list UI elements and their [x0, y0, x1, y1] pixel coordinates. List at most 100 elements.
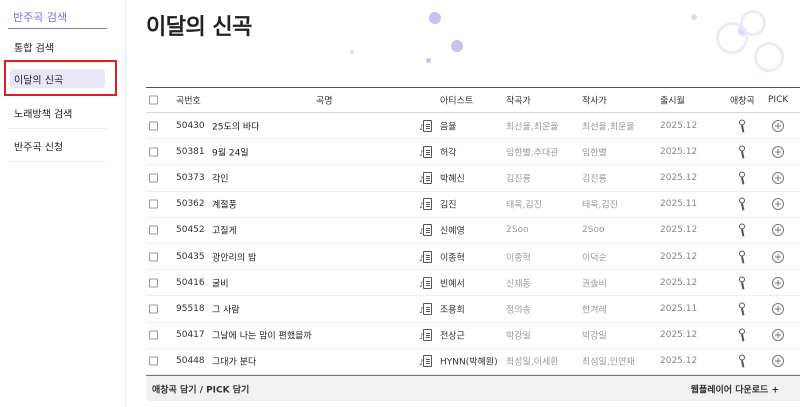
header-pick: PICK: [768, 95, 789, 105]
microphone-icon[interactable]: [738, 328, 746, 342]
song-composer: 신재동: [506, 279, 531, 290]
add-pick-icon[interactable]: [772, 329, 784, 342]
row-checkbox[interactable]: [149, 173, 158, 183]
song-composer: 최성일,이세환: [506, 357, 559, 368]
song-release: 2025.12: [660, 225, 698, 236]
lyrics-icon[interactable]: ♪: [419, 302, 432, 315]
row-checkbox[interactable]: [149, 278, 158, 288]
song-title[interactable]: 25도의 바다: [212, 119, 259, 132]
lyrics-icon[interactable]: ♪: [419, 329, 432, 342]
highlight-annotation-box: [4, 60, 117, 96]
song-number: 50373: [176, 172, 205, 183]
song-number: 50417: [176, 330, 205, 341]
song-artist[interactable]: 음율: [440, 119, 457, 132]
add-pick-icon[interactable]: [772, 171, 784, 184]
song-title[interactable]: 9월 24일: [212, 145, 249, 158]
sidebar-item-songbook-search[interactable]: 노래방책 검색: [8, 96, 107, 129]
song-number: 50452: [176, 225, 205, 236]
sidebar-item-label: 통합 검색: [14, 43, 54, 54]
add-favorite-pick-button[interactable]: 애창곡 담기 / PICK 담기: [152, 382, 249, 395]
song-lyricist: 태욱,김진: [582, 200, 618, 211]
footer-bar: 애창곡 담기 / PICK 담기 웹플레이어 다운로드 +: [146, 375, 800, 401]
microphone-icon[interactable]: [738, 145, 746, 159]
song-title[interactable]: 각인: [212, 171, 229, 184]
select-all-checkbox[interactable]: [149, 95, 158, 105]
song-composer: 박강일: [506, 331, 531, 342]
song-artist[interactable]: 이종혁: [440, 250, 465, 263]
lyrics-icon[interactable]: ♪: [419, 224, 432, 237]
song-lyricist: 한겨레: [582, 305, 607, 316]
song-composer: 최선율,최운율: [506, 122, 559, 133]
sidebar-item-song-request[interactable]: 반주곡 신청: [8, 129, 107, 162]
sidebar-title-divider: [8, 28, 107, 29]
song-title[interactable]: 고칠게: [212, 224, 237, 237]
microphone-icon[interactable]: [738, 354, 746, 368]
song-title[interactable]: 계절풍: [212, 198, 237, 211]
row-checkbox[interactable]: [149, 225, 158, 235]
lyrics-icon[interactable]: ♪: [419, 171, 432, 184]
song-number: 50416: [176, 277, 205, 288]
song-artist[interactable]: 박혜신: [440, 171, 465, 184]
table-row: 50430 25도의 바다 ♪ 음율 최선율,최운율 최선율,최운율 2025.12: [146, 113, 800, 140]
song-artist[interactable]: 전상근: [440, 329, 465, 342]
row-checkbox[interactable]: [149, 147, 158, 157]
song-number: 50381: [176, 146, 205, 157]
decor-dot: [350, 50, 354, 54]
microphone-icon[interactable]: [738, 223, 746, 237]
row-checkbox[interactable]: [149, 330, 158, 340]
microphone-icon[interactable]: [738, 197, 746, 211]
microphone-icon[interactable]: [738, 276, 746, 290]
microphone-icon[interactable]: [738, 119, 746, 133]
song-composer: 임한별,추대관: [506, 148, 559, 159]
song-title[interactable]: 굴비: [212, 276, 229, 289]
song-title[interactable]: 그 사람: [212, 302, 240, 315]
song-artist[interactable]: 김진: [440, 198, 457, 211]
song-title[interactable]: 그날에 나는 맘이 편했을까: [212, 329, 312, 342]
song-release: 2025.12: [660, 120, 698, 131]
add-pick-icon[interactable]: [772, 119, 784, 132]
song-artist[interactable]: 허각: [440, 145, 457, 158]
lyrics-icon[interactable]: ♪: [419, 355, 432, 368]
add-pick-icon[interactable]: [772, 145, 784, 158]
webplayer-download-link[interactable]: 웹플레이어 다운로드 +: [691, 382, 779, 395]
table-row: 50417 그날에 나는 맘이 편했을까 ♪ 전상근 박강일 박강일 2025.12: [146, 323, 800, 349]
song-artist[interactable]: 조용희: [440, 302, 465, 315]
microphone-icon[interactable]: [738, 171, 746, 185]
lyrics-icon[interactable]: ♪: [419, 145, 432, 158]
song-composer: 김진룡: [506, 174, 531, 185]
lyrics-icon[interactable]: ♪: [419, 119, 432, 132]
row-checkbox[interactable]: [149, 121, 158, 131]
song-lyricist: 김진룡: [582, 174, 607, 185]
song-title[interactable]: 그대가 분다: [212, 355, 256, 368]
table-row: 50448 그대가 분다 ♪ HYNN(박혜원) 최성일,이세환 최성일,인연재 2025.…: [146, 349, 800, 375]
row-checkbox[interactable]: [149, 356, 158, 366]
song-title[interactable]: 광안리의 밤: [212, 250, 256, 263]
header-lyricist: 작사가: [582, 96, 607, 107]
sidebar-item-label: 반주곡 신청: [14, 142, 64, 153]
song-artist[interactable]: HYNN(박혜원): [440, 355, 498, 368]
table-row: 95518 그 사람 ♪ 조용희 정의송 한겨레 2025.11: [146, 296, 800, 323]
song-artist[interactable]: 빈예서: [440, 276, 465, 289]
song-artist[interactable]: 신예영: [440, 224, 465, 237]
table-row: 50452 고칠게 ♪ 신예영 2Soo 2Soo 2025.12: [146, 218, 800, 244]
add-pick-icon[interactable]: [772, 355, 784, 368]
row-checkbox[interactable]: [149, 252, 158, 262]
add-pick-icon[interactable]: [772, 224, 784, 237]
table-row: 50435 광안리의 밤 ♪ 이종혁 이종혁 이덕순 2025.12: [146, 244, 800, 271]
add-pick-icon[interactable]: [772, 276, 784, 289]
song-number: 95518: [176, 303, 205, 314]
lyrics-icon[interactable]: ♪: [419, 250, 432, 263]
sidebar-item-integrated-search[interactable]: 통합 검색: [8, 30, 107, 63]
microphone-icon[interactable]: [738, 250, 746, 264]
row-checkbox[interactable]: [149, 304, 158, 314]
lyrics-icon[interactable]: ♪: [419, 198, 432, 211]
add-pick-icon[interactable]: [772, 250, 784, 263]
row-checkbox[interactable]: [149, 199, 158, 209]
song-lyricist: 임한별: [582, 148, 607, 159]
header-title: 곡명: [316, 96, 333, 107]
add-pick-icon[interactable]: [772, 198, 784, 211]
lyrics-icon[interactable]: ♪: [419, 276, 432, 289]
add-pick-icon[interactable]: [772, 302, 784, 315]
microphone-icon[interactable]: [738, 302, 746, 316]
song-release: 2025.12: [660, 330, 698, 341]
